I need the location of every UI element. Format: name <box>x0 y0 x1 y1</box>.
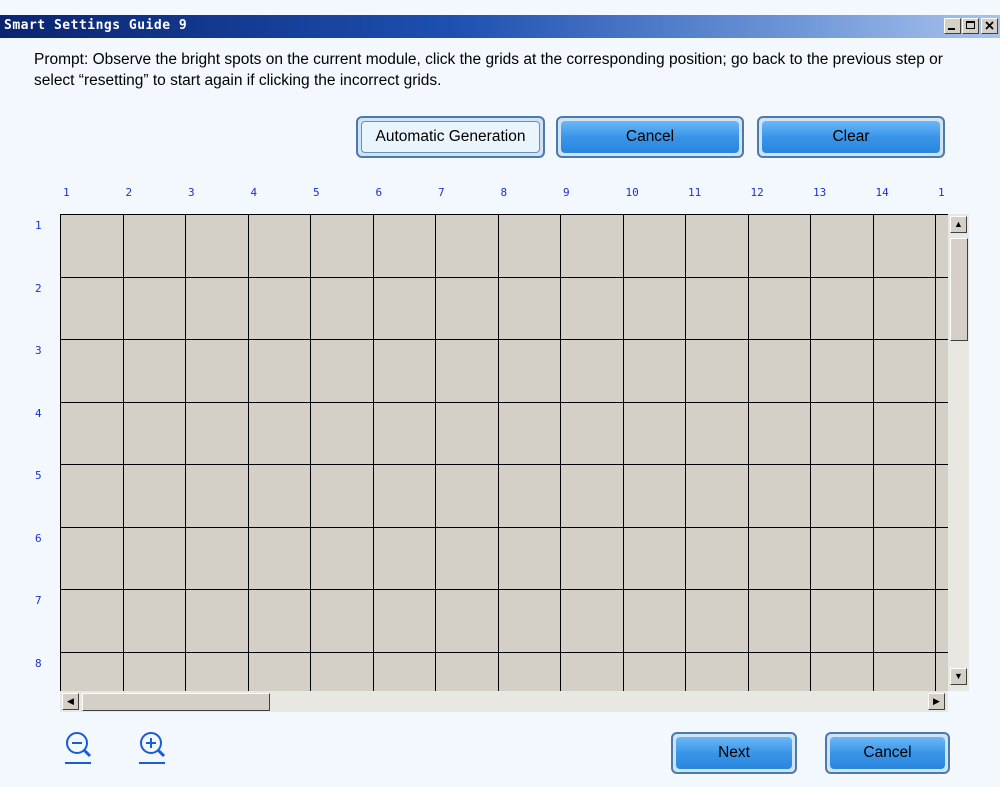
zoom-out-icon[interactable] <box>64 730 92 764</box>
column-index: 12 <box>750 186 764 199</box>
window-title: Smart Settings Guide 9 <box>4 18 188 33</box>
close-icon[interactable] <box>981 18 998 34</box>
row-index: 5 <box>35 469 42 482</box>
cancel-top-label: Cancel <box>561 121 739 153</box>
column-index: 6 <box>375 186 383 199</box>
grid-row-line <box>60 464 948 465</box>
automatic-generation-button[interactable]: Automatic Generation <box>356 116 545 158</box>
clear-label: Clear <box>762 121 940 153</box>
instruction-prompt: Prompt: Observe the bright spots on the … <box>34 51 943 89</box>
row-index: 7 <box>35 594 42 607</box>
row-index: 2 <box>35 281 42 295</box>
grid-row-line <box>60 652 948 653</box>
cancel-bottom-button[interactable]: Cancel <box>825 732 950 774</box>
row-index: 6 <box>35 531 42 545</box>
column-index: 8 <box>500 186 508 199</box>
column-index: 1 <box>63 186 70 199</box>
vertical-scrollbar[interactable]: ▲ ▼ <box>948 214 969 691</box>
grid-column-line <box>123 214 124 691</box>
next-button[interactable]: Next <box>671 732 797 774</box>
clear-button[interactable]: Clear <box>757 116 945 158</box>
smart-settings-window: Smart Settings Guide 9 Prompt: Observe t… <box>0 0 1000 787</box>
scroll-up-arrow-icon[interactable]: ▲ <box>950 216 967 233</box>
grid-row-line <box>60 339 948 340</box>
zoom-in-icon[interactable] <box>138 730 166 764</box>
column-index: 2 <box>125 186 133 199</box>
grid-row-line <box>60 402 948 403</box>
grid-column-line <box>60 214 61 691</box>
column-index: 10 <box>625 186 639 199</box>
grid-row-line <box>60 277 948 278</box>
grid-column-line <box>810 214 811 691</box>
cancel-bottom-label: Cancel <box>830 737 945 769</box>
grid-row-line <box>60 527 948 528</box>
grid-column-line <box>435 214 436 691</box>
grid-column-line <box>935 214 936 691</box>
grid-column-line <box>748 214 749 691</box>
grid-row-line <box>60 214 948 215</box>
minimize-icon[interactable] <box>944 18 961 34</box>
vertical-scroll-thumb[interactable] <box>950 238 968 341</box>
grid-row-line <box>60 589 948 590</box>
column-index: 5 <box>313 186 320 199</box>
scroll-down-arrow-icon[interactable]: ▼ <box>950 668 967 685</box>
column-index: 1 <box>938 186 945 199</box>
cancel-top-button[interactable]: Cancel <box>556 116 744 158</box>
row-index: 8 <box>35 656 42 670</box>
grid-column-line <box>623 214 624 691</box>
grid-column-line <box>560 214 561 691</box>
horizontal-scroll-thumb[interactable] <box>82 693 270 711</box>
grid-column-line <box>248 214 249 691</box>
module-grid[interactable] <box>60 214 948 691</box>
column-index: 13 <box>813 186 827 199</box>
grid-column-line <box>185 214 186 691</box>
maximize-icon[interactable] <box>962 18 979 34</box>
automatic-generation-label: Automatic Generation <box>361 121 540 153</box>
column-index: 3 <box>188 186 195 199</box>
scroll-left-arrow-icon[interactable]: ◀ <box>62 693 79 710</box>
column-index: 4 <box>250 186 258 199</box>
scroll-right-arrow-icon[interactable]: ▶ <box>928 693 945 710</box>
horizontal-scrollbar[interactable]: ◀ ▶ <box>60 691 948 712</box>
grid-column-line <box>310 214 311 691</box>
grid-column-line <box>685 214 686 691</box>
column-index: 9 <box>563 186 570 199</box>
grid-column-line <box>873 214 874 691</box>
row-index: 3 <box>35 344 42 357</box>
grid-column-line <box>373 214 374 691</box>
next-label: Next <box>676 737 792 769</box>
column-index: 11 <box>688 186 702 199</box>
column-index: 14 <box>875 186 889 199</box>
grid-column-line <box>498 214 499 691</box>
row-index: 1 <box>35 219 42 232</box>
column-index: 7 <box>438 186 445 199</box>
row-index: 4 <box>35 406 42 420</box>
title-bar: Smart Settings Guide 9 <box>0 15 1000 38</box>
